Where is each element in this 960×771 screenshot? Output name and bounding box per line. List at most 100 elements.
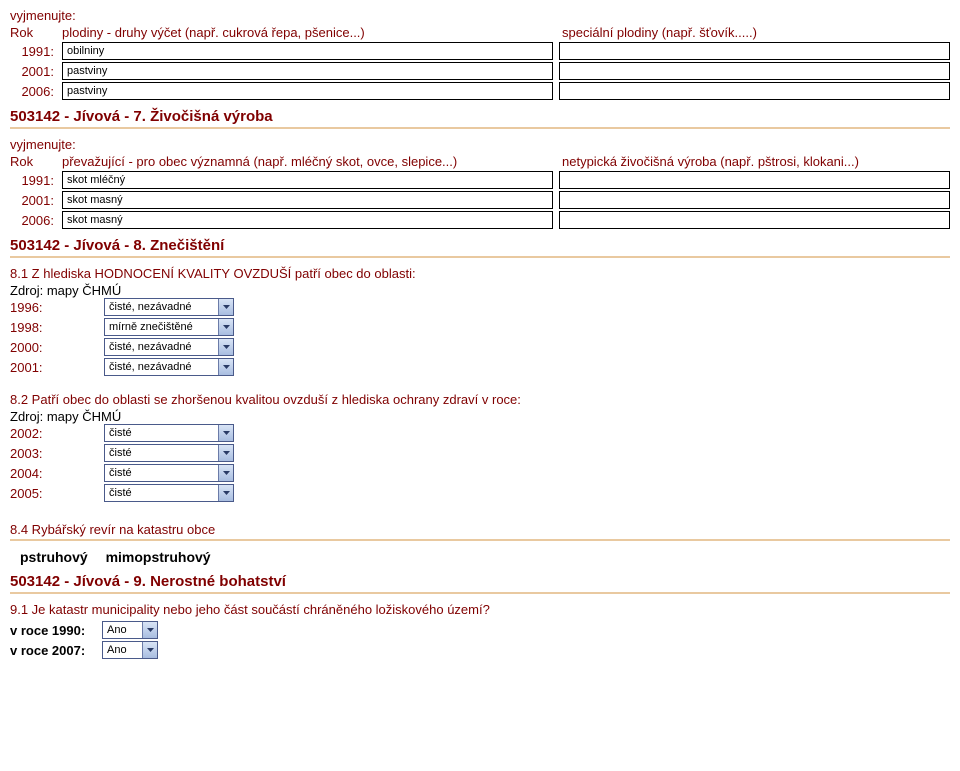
year-label: 2005: <box>10 486 86 501</box>
year-label: 2001: <box>10 64 62 79</box>
year-label: 1998: <box>10 320 86 335</box>
plodiny-block: vyjmenujte: Rok plodiny - druhy výčet (n… <box>10 8 950 100</box>
plodiny-header-row: Rok plodiny - druhy výčet (např. cukrová… <box>10 25 950 40</box>
zivocisna-col1-header: převažující - pro obec významná (např. m… <box>62 154 562 169</box>
q82-row: 2005: čisté <box>10 484 950 502</box>
q82-source: Zdroj: mapy ČHMÚ <box>10 409 950 424</box>
q82-dropdown[interactable]: čisté <box>104 484 234 502</box>
chevron-down-icon[interactable] <box>142 642 157 658</box>
year-label: 1991: <box>10 44 62 59</box>
chevron-down-icon[interactable] <box>218 425 233 441</box>
q81-dropdown[interactable]: čisté, nezávadné <box>104 358 234 376</box>
zivocisna-row: 2006: <box>10 211 950 229</box>
section-9-title: 503142 - Jívová - 9. Nerostné bohatství <box>10 573 950 590</box>
year-label: 2002: <box>10 426 86 441</box>
zivocisna-input-atyp[interactable] <box>559 211 950 229</box>
q82-row: 2004: čisté <box>10 464 950 482</box>
zivocisna-row: 1991: <box>10 171 950 189</box>
dropdown-value: čisté <box>105 465 218 481</box>
plodiny-col1-header: plodiny - druhy výčet (např. cukrová řep… <box>62 25 562 40</box>
q82-text: 8.2 Patří obec do oblasti se zhoršenou k… <box>10 392 950 407</box>
q82-row: 2002: čisté <box>10 424 950 442</box>
divider <box>10 592 950 594</box>
plodiny-input-main[interactable] <box>62 82 553 100</box>
dropdown-value: čisté, nezávadné <box>105 359 218 375</box>
q81-dropdown[interactable]: čisté, nezávadné <box>104 298 234 316</box>
dropdown-value: mírně znečištěné <box>105 319 218 335</box>
q91-row: v roce 2007: Ano <box>10 641 950 659</box>
divider <box>10 127 950 129</box>
dropdown-value: čisté, nezávadné <box>105 299 218 315</box>
dropdown-value: čisté <box>105 445 218 461</box>
chevron-down-icon[interactable] <box>218 445 233 461</box>
year-label: 2004: <box>10 466 86 481</box>
zivocisna-input-main[interactable] <box>62 171 553 189</box>
q81-dropdown[interactable]: čisté, nezávadné <box>104 338 234 356</box>
q82-row: 2003: čisté <box>10 444 950 462</box>
plodiny-col2-header: speciální plodiny (např. šťovík.....) <box>562 25 950 40</box>
chevron-down-icon[interactable] <box>218 465 233 481</box>
q81-row: 2001: čisté, nezávadné <box>10 358 950 376</box>
zivocisna-col2-header: netypická živočišná výroba (např. pštros… <box>562 154 950 169</box>
chevron-down-icon[interactable] <box>218 319 233 335</box>
plodiny-input-main[interactable] <box>62 62 553 80</box>
vyjmenujte-label: vyjmenujte: <box>10 137 950 152</box>
divider <box>10 539 950 541</box>
section-7-title: 503142 - Jívová - 7. Živočišná výroba <box>10 108 950 125</box>
q91-text: 9.1 Je katastr municipality nebo jeho čá… <box>10 602 950 617</box>
zivocisna-input-atyp[interactable] <box>559 191 950 209</box>
dropdown-value: Ano <box>103 642 142 658</box>
zivocisna-input-atyp[interactable] <box>559 171 950 189</box>
chevron-down-icon[interactable] <box>218 485 233 501</box>
option-pstruhovy: pstruhový <box>20 549 88 565</box>
q81-source: Zdroj: mapy ČHMÚ <box>10 283 950 298</box>
year-label: 1996: <box>10 300 86 315</box>
plodiny-row: 2006: <box>10 82 950 100</box>
zivocisna-header-row: Rok převažující - pro obec významná (nap… <box>10 154 950 169</box>
plodiny-input-special[interactable] <box>559 62 950 80</box>
year-label: 2006: <box>10 84 62 99</box>
zivocisna-input-main[interactable] <box>62 211 553 229</box>
dropdown-value: čisté <box>105 425 218 441</box>
rok-header: Rok <box>10 154 62 169</box>
q82-dropdown[interactable]: čisté <box>104 464 234 482</box>
dropdown-value: čisté <box>105 485 218 501</box>
year-label: 2001: <box>10 360 86 375</box>
plodiny-input-special[interactable] <box>559 82 950 100</box>
plodiny-input-special[interactable] <box>559 42 950 60</box>
zivocisna-row: 2001: <box>10 191 950 209</box>
chevron-down-icon[interactable] <box>218 299 233 315</box>
vroce-label: v roce 1990: <box>10 623 102 638</box>
zivocisna-block: vyjmenujte: Rok převažující - pro obec v… <box>10 137 950 229</box>
q91-dropdown[interactable]: Ano <box>102 621 158 639</box>
chevron-down-icon[interactable] <box>218 339 233 355</box>
q91-dropdown[interactable]: Ano <box>102 641 158 659</box>
chevron-down-icon[interactable] <box>218 359 233 375</box>
zivocisna-input-main[interactable] <box>62 191 553 209</box>
dropdown-value: Ano <box>103 622 142 638</box>
rok-header: Rok <box>10 25 62 40</box>
plodiny-input-main[interactable] <box>62 42 553 60</box>
q91-row: v roce 1990: Ano <box>10 621 950 639</box>
year-label: 1991: <box>10 173 62 188</box>
q82-dropdown[interactable]: čisté <box>104 444 234 462</box>
chevron-down-icon[interactable] <box>142 622 157 638</box>
plodiny-row: 1991: <box>10 42 950 60</box>
q84-options: pstruhový mimopstruhový <box>10 549 950 565</box>
q84-text: 8.4 Rybářský revír na katastru obce <box>10 522 950 537</box>
q81-text: 8.1 Z hlediska HODNOCENÍ KVALITY OVZDUŠÍ… <box>10 266 950 281</box>
section-8-title: 503142 - Jívová - 8. Znečištění <box>10 237 950 254</box>
divider <box>10 256 950 258</box>
q81-row: 1998: mírně znečištěné <box>10 318 950 336</box>
vroce-label: v roce 2007: <box>10 643 102 658</box>
q81-row: 2000: čisté, nezávadné <box>10 338 950 356</box>
year-label: 2000: <box>10 340 86 355</box>
q81-dropdown[interactable]: mírně znečištěné <box>104 318 234 336</box>
year-label: 2006: <box>10 213 62 228</box>
q82-dropdown[interactable]: čisté <box>104 424 234 442</box>
q81-row: 1996: čisté, nezávadné <box>10 298 950 316</box>
dropdown-value: čisté, nezávadné <box>105 339 218 355</box>
plodiny-row: 2001: <box>10 62 950 80</box>
year-label: 2003: <box>10 446 86 461</box>
vyjmenujte-label: vyjmenujte: <box>10 8 950 23</box>
